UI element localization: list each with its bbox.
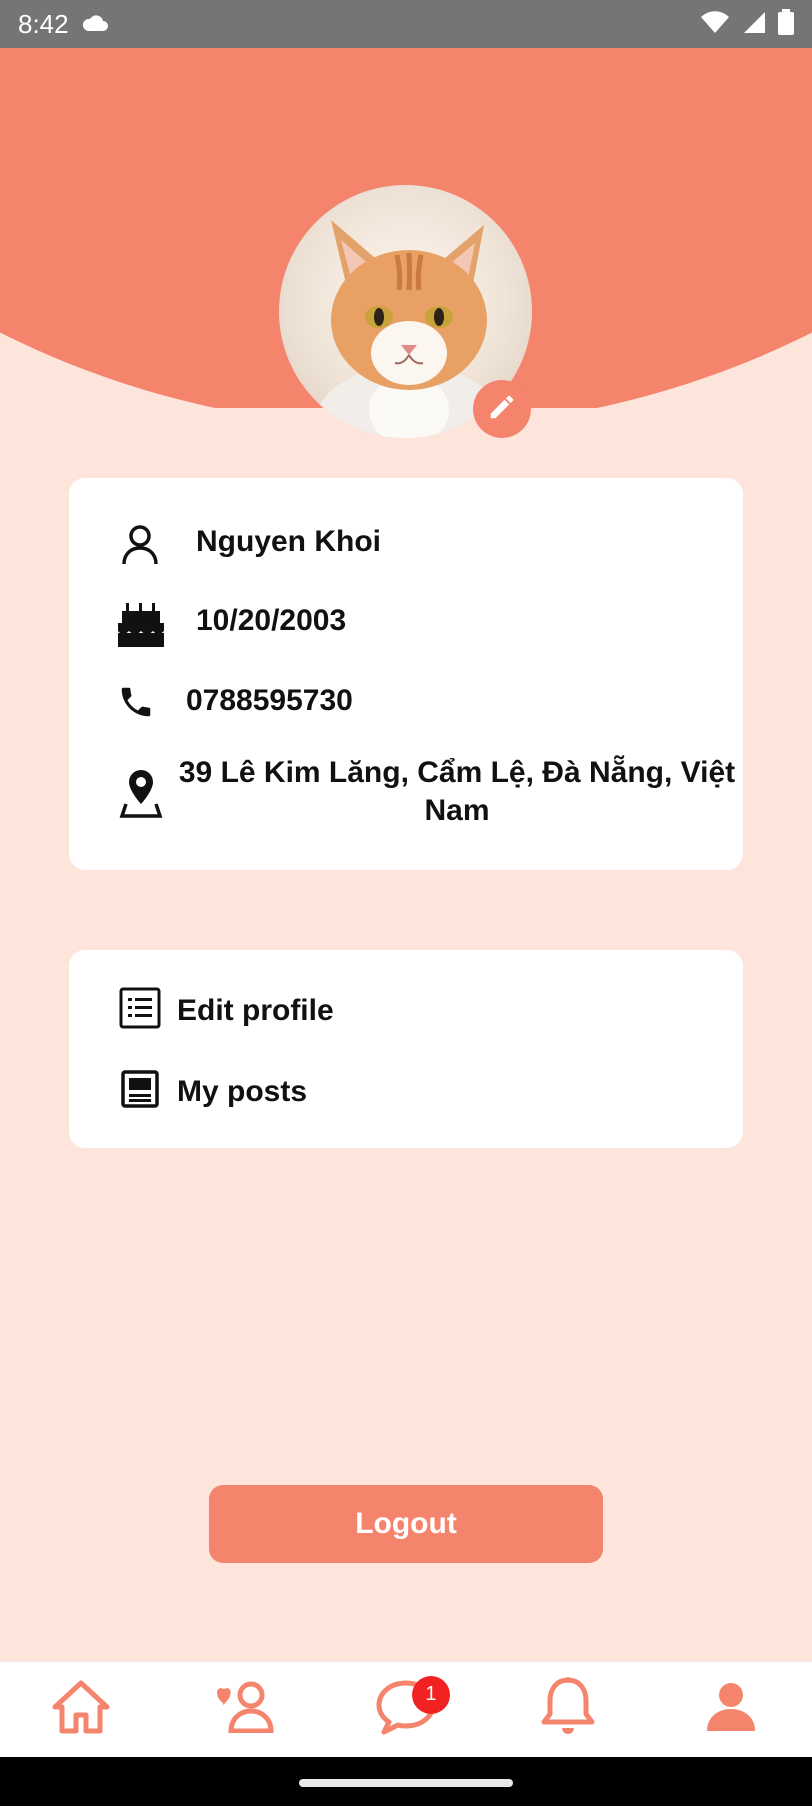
list-icon (119, 987, 161, 1034)
status-bar: 8:42 (0, 0, 812, 48)
home-gesture-handle[interactable] (299, 1779, 513, 1787)
profile-icon (705, 1681, 757, 1738)
bell-icon (540, 1676, 596, 1743)
profile-address: 39 Lê Kim Lăng, Cẩm Lệ, Đà Nẵng, Việt Na… (178, 756, 736, 827)
avatar-container (279, 185, 532, 438)
edit-profile-label: Edit profile (177, 993, 334, 1027)
logout-button[interactable]: Logout (209, 1485, 603, 1563)
system-navigation-bar (0, 1757, 812, 1806)
birthday-row: 10/20/2003 (69, 593, 743, 653)
my-posts-item[interactable]: My posts (119, 1068, 307, 1115)
nav-profile[interactable] (691, 1670, 771, 1750)
friends-icon (209, 1681, 279, 1738)
article-icon (119, 1068, 161, 1115)
profile-phone: 0788595730 (186, 684, 353, 717)
signal-icon (742, 10, 766, 39)
my-posts-label: My posts (177, 1074, 308, 1108)
chat-badge: 1 (411, 1675, 450, 1714)
profile-menu-card: Edit profile My posts (69, 950, 743, 1148)
phone-icon (116, 682, 156, 722)
name-row: Nguyen Khoi (69, 514, 743, 574)
nav-home[interactable] (41, 1670, 121, 1750)
profile-birthday: 10/20/2003 (196, 604, 347, 637)
location-icon (118, 768, 164, 818)
cloud-icon (81, 9, 109, 40)
nav-friends[interactable] (204, 1670, 284, 1750)
pencil-icon (487, 392, 517, 427)
bottom-navigation: 1 (0, 1661, 812, 1757)
cake-icon (116, 601, 166, 649)
status-right (700, 8, 794, 40)
nav-notifications[interactable] (528, 1670, 608, 1750)
home-icon (51, 1679, 111, 1740)
edit-profile-item[interactable]: Edit profile (119, 987, 334, 1034)
wifi-icon (700, 10, 730, 39)
profile-info-card: Nguyen Khoi 10/20/2003 0788595730 39 Lê … (69, 478, 743, 870)
edit-avatar-button[interactable] (473, 380, 531, 438)
nav-chat[interactable]: 1 (366, 1670, 450, 1750)
battery-icon (778, 8, 794, 40)
profile-name: Nguyen Khoi (196, 525, 381, 558)
phone-row: 0788595730 (69, 673, 743, 733)
status-time: 8:42 (18, 8, 69, 39)
status-left: 8:42 (18, 9, 109, 40)
person-icon (119, 524, 161, 566)
